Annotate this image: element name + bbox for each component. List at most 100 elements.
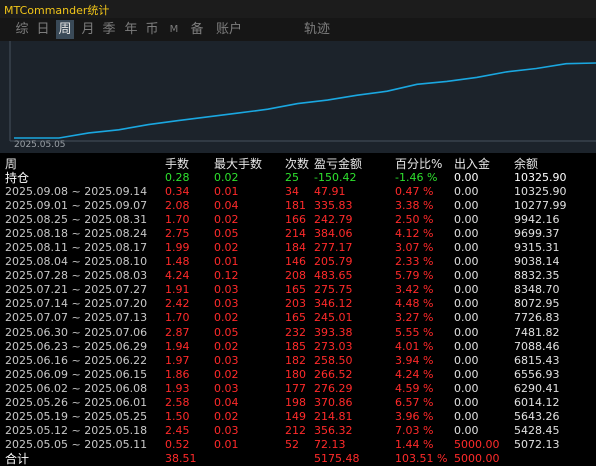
tab-year[interactable]: 年	[123, 20, 139, 39]
col-lots: 手数	[165, 157, 190, 171]
table-row: 2025.06.02 ~ 2025.06.08 1.93 0.03 177 276.29…	[0, 382, 596, 396]
row-percent: 7.03 %	[395, 423, 434, 437]
row-percent: 2.33 %	[395, 255, 434, 269]
position-row: 持仓 0.28 0.02 25 -150.42 -1.46 % 0.00 103…	[0, 171, 596, 185]
row-lots: 2.58	[165, 395, 190, 409]
row-max-lots: 0.05	[214, 325, 239, 339]
row-profit: 483.65	[314, 269, 353, 283]
row-lots: 1.97	[165, 353, 190, 367]
row-max-lots: 0.02	[214, 311, 239, 325]
row-lots: 2.08	[165, 199, 190, 213]
row-inout: 0.00	[454, 409, 479, 423]
row-percent: 4.12 %	[395, 227, 434, 241]
row-lots: 1.93	[165, 381, 190, 395]
row-period: 2025.07.21 ~ 2025.07.27	[5, 283, 148, 297]
row-lots: 2.45	[165, 423, 190, 437]
table-row: 2025.07.07 ~ 2025.07.13 1.70 0.02 165 245.01…	[0, 311, 596, 325]
row-max-lots: 0.03	[214, 381, 239, 395]
row-inout: 0.00	[454, 339, 479, 353]
row-max-lots: 0.12	[214, 269, 239, 283]
row-max-lots: 0.03	[214, 353, 239, 367]
position-balance: 10325.90	[514, 171, 567, 184]
tab-overview[interactable]: 综	[14, 20, 30, 39]
row-balance: 7088.46	[514, 339, 560, 353]
row-lots: 1.86	[165, 367, 190, 381]
row-lots: 2.87	[165, 325, 190, 339]
row-max-lots: 0.01	[214, 255, 239, 269]
row-balance: 8072.95	[514, 297, 560, 311]
table-row: 2025.08.18 ~ 2025.08.24 2.75 0.05 214 384.06…	[0, 227, 596, 241]
tab-notes[interactable]: 备	[189, 20, 205, 39]
tab-month[interactable]: 月	[80, 20, 96, 39]
row-lots: 2.42	[165, 297, 190, 311]
row-balance: 9699.37	[514, 227, 560, 241]
row-inout: 0.00	[454, 213, 479, 227]
row-profit: 370.86	[314, 395, 353, 409]
row-balance: 5428.45	[514, 423, 560, 437]
row-percent: 5.55 %	[395, 325, 434, 339]
row-count: 165	[285, 311, 306, 325]
row-lots: 1.91	[165, 283, 190, 297]
tab-quarter[interactable]: 季	[101, 20, 117, 39]
row-inout: 0.00	[454, 269, 479, 283]
row-balance: 8832.35	[514, 269, 560, 283]
row-count: 203	[285, 297, 306, 311]
row-period: 2025.07.14 ~ 2025.07.20	[5, 297, 148, 311]
equity-chart: 2025.05.05	[0, 41, 596, 153]
row-count: 52	[285, 437, 299, 451]
row-profit: 214.81	[314, 409, 353, 423]
row-lots: 1.48	[165, 255, 190, 269]
row-max-lots: 0.02	[214, 339, 239, 353]
col-balance: 余额	[514, 157, 539, 171]
table-row: 2025.05.05 ~ 2025.05.11 0.52 0.01 52 72.13 1.…	[0, 438, 596, 452]
row-period: 2025.05.12 ~ 2025.05.18	[5, 423, 148, 437]
row-count: 212	[285, 423, 306, 437]
row-balance: 7726.83	[514, 311, 560, 325]
row-period: 2025.05.19 ~ 2025.05.25	[5, 409, 148, 423]
row-inout: 0.00	[454, 199, 479, 213]
table-row: 2025.05.26 ~ 2025.06.01 2.58 0.04 198 370.86…	[0, 396, 596, 410]
row-period: 2025.06.02 ~ 2025.06.08	[5, 381, 148, 395]
position-count: 25	[285, 171, 299, 184]
tab-track[interactable]: 轨迹	[302, 20, 332, 39]
table-row: 2025.08.25 ~ 2025.08.31 1.70 0.02 166 242.79…	[0, 213, 596, 227]
row-percent: 3.38 %	[395, 199, 434, 213]
tab-day[interactable]: 日	[35, 20, 51, 39]
tab-currency[interactable]: 币	[144, 20, 160, 39]
table-row: 2025.09.08 ~ 2025.09.14 0.34 0.01 34 47.91 0.…	[0, 185, 596, 199]
row-count: 181	[285, 199, 306, 213]
row-balance: 9315.31	[514, 241, 560, 255]
row-count: 232	[285, 325, 306, 339]
row-period: 2025.06.23 ~ 2025.06.29	[5, 339, 148, 353]
app-title: MTCommander统计	[4, 4, 110, 17]
row-period: 2025.06.30 ~ 2025.07.06	[5, 325, 148, 339]
row-percent: 3.42 %	[395, 283, 434, 297]
row-count: 198	[285, 395, 306, 409]
row-count: 149	[285, 409, 306, 423]
row-profit: 266.52	[314, 367, 353, 381]
equity-chart-plot	[9, 41, 596, 142]
row-profit: 273.03	[314, 339, 353, 353]
tab-account[interactable]: 账户	[214, 20, 244, 39]
row-balance: 6556.93	[514, 367, 560, 381]
row-lots: 4.24	[165, 269, 190, 283]
row-inout: 0.00	[454, 395, 479, 409]
row-percent: 2.50 %	[395, 213, 434, 227]
row-inout: 5000.00	[454, 437, 500, 451]
row-inout: 0.00	[454, 227, 479, 241]
row-inout: 0.00	[454, 185, 479, 198]
row-max-lots: 0.02	[214, 213, 239, 227]
row-inout: 0.00	[454, 255, 479, 269]
col-max-lots: 最大手数	[214, 157, 263, 171]
row-count: 182	[285, 353, 306, 367]
row-balance: 5072.13	[514, 437, 560, 451]
row-inout: 0.00	[454, 311, 479, 325]
row-profit: 205.79	[314, 255, 353, 269]
tab-m[interactable]: M	[168, 20, 180, 39]
tab-week[interactable]: 周	[56, 20, 74, 39]
row-profit: 277.17	[314, 241, 353, 255]
position-percent: -1.46 %	[395, 171, 438, 184]
table-row: 2025.05.19 ~ 2025.05.25 1.50 0.02 149 214.81…	[0, 410, 596, 424]
row-period: 2025.05.05 ~ 2025.05.11	[5, 437, 148, 451]
row-percent: 3.94 %	[395, 353, 434, 367]
